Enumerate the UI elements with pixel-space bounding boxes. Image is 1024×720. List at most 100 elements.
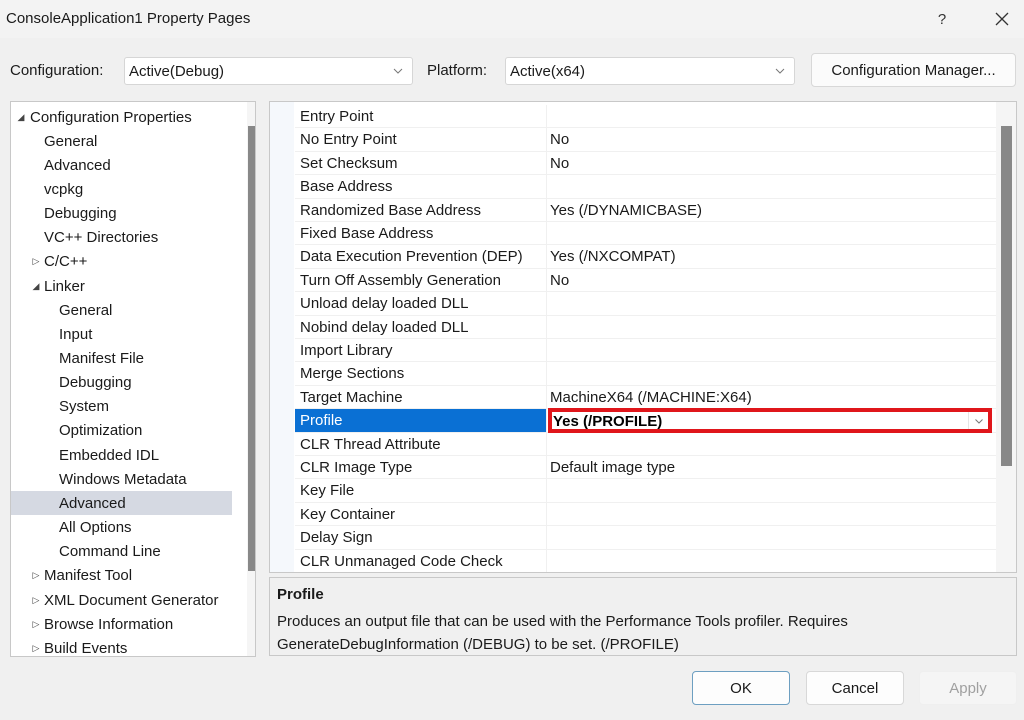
tree-scrollbar[interactable] xyxy=(247,102,255,656)
collapsed-arrow-icon[interactable]: ▷ xyxy=(31,643,41,653)
column-divider[interactable] xyxy=(546,268,547,292)
tree-item[interactable]: Input xyxy=(11,322,232,346)
tree-item[interactable]: General xyxy=(11,298,232,322)
property-row[interactable]: Entry Point xyxy=(295,105,996,129)
property-row[interactable]: Fixed Base Address xyxy=(295,222,996,246)
collapsed-arrow-icon[interactable]: ▷ xyxy=(31,570,41,581)
property-row[interactable]: Key Container xyxy=(295,502,996,527)
column-divider[interactable] xyxy=(546,432,547,455)
property-row[interactable]: Import Library xyxy=(295,339,996,363)
property-row[interactable]: Turn Off Assembly Generation No xyxy=(295,268,996,293)
description-text: Produces an output file that can be used… xyxy=(277,613,848,653)
grid-scrollbar[interactable] xyxy=(996,102,1016,572)
collapsed-arrow-icon[interactable]: ▷ xyxy=(31,256,41,267)
ok-button[interactable]: OK xyxy=(692,671,790,705)
property-row[interactable]: Target Machine MachineX64 (/MACHINE:X64) xyxy=(295,385,996,410)
column-divider[interactable] xyxy=(546,151,547,175)
property-row[interactable]: CLR Image Type Default image type xyxy=(295,456,996,480)
property-row[interactable]: CLR Unmanaged Code Check xyxy=(295,549,996,572)
column-divider[interactable] xyxy=(546,409,547,432)
tree-item-label: Debugging xyxy=(59,374,132,392)
tree-item[interactable]: Advanced xyxy=(11,491,232,516)
expanded-arrow-icon[interactable]: ◢ xyxy=(31,281,41,291)
property-row[interactable]: Key File xyxy=(295,479,996,503)
collapsed-arrow-icon[interactable]: ▷ xyxy=(31,595,41,605)
tree-item[interactable]: All Options xyxy=(11,516,232,540)
property-row[interactable]: Set Checksum No xyxy=(295,151,996,176)
column-divider[interactable] xyxy=(546,292,547,315)
tree-scrollbar-thumb[interactable] xyxy=(248,126,255,571)
platform-dropdown[interactable]: Active(x64) xyxy=(505,57,795,85)
property-row[interactable]: Merge Sections xyxy=(295,362,996,386)
column-divider[interactable] xyxy=(546,175,547,198)
column-divider[interactable] xyxy=(546,456,547,479)
property-value[interactable]: No xyxy=(550,155,569,172)
column-divider[interactable] xyxy=(546,549,547,572)
property-row[interactable]: Delay Sign xyxy=(295,526,996,550)
column-divider[interactable] xyxy=(546,502,547,526)
column-divider[interactable] xyxy=(546,526,547,549)
tree-item[interactable]: System xyxy=(11,395,232,419)
expanded-arrow-icon[interactable]: ◢ xyxy=(16,112,26,122)
tree-item[interactable]: ▷ C/C++ xyxy=(11,250,232,274)
tree-item[interactable]: Embedded IDL xyxy=(11,443,232,467)
tree-item[interactable]: Optimization xyxy=(11,419,232,443)
tree-item[interactable]: VC++ Directories xyxy=(11,226,232,250)
property-value[interactable]: No xyxy=(550,272,569,289)
configuration-value: Active(Debug) xyxy=(129,62,225,80)
close-button[interactable] xyxy=(985,6,1019,32)
column-divider[interactable] xyxy=(546,198,547,221)
configuration-dropdown[interactable]: Active(Debug) xyxy=(124,57,413,85)
configuration-manager-button[interactable]: Configuration Manager... xyxy=(811,53,1016,87)
tree-item-label: Manifest File xyxy=(59,350,145,367)
column-divider[interactable] xyxy=(546,245,547,268)
tree-item[interactable]: Command Line xyxy=(11,540,232,564)
dropdown-button[interactable] xyxy=(968,412,988,430)
tree-item[interactable]: ▷ Build Events xyxy=(11,636,232,657)
category-tree[interactable]: ◢ Configuration Properties General Advanced… xyxy=(10,101,256,657)
property-value[interactable]: MachineX64 (/MACHINE:X64) xyxy=(550,389,752,406)
tree-item[interactable]: ▷ Browse Information xyxy=(11,612,232,636)
tree-item[interactable]: General xyxy=(11,129,232,153)
tree-item[interactable]: ◢ Configuration Properties xyxy=(11,105,232,129)
property-row[interactable]: Data Execution Prevention (DEP) Yes (/NXC… xyxy=(295,245,996,269)
tree-item[interactable]: Debugging xyxy=(11,202,232,226)
tree-item[interactable]: vcpkg xyxy=(11,177,232,201)
column-divider[interactable] xyxy=(546,222,547,245)
collapsed-arrow-icon[interactable]: ▷ xyxy=(31,619,41,629)
property-row[interactable]: Randomized Base Address Yes (/DYNAMICBASE… xyxy=(295,198,996,222)
property-name: Set Checksum xyxy=(300,154,398,172)
tree-item[interactable]: Manifest File xyxy=(11,347,232,371)
property-row[interactable]: No Entry Point No xyxy=(295,128,996,152)
column-divider[interactable] xyxy=(546,105,547,128)
property-row[interactable]: Unload delay loaded DLL xyxy=(295,292,996,316)
chevron-down-icon xyxy=(974,418,983,424)
property-value[interactable]: Yes (/NXCOMPAT) xyxy=(550,248,676,265)
property-row[interactable]: Base Address xyxy=(295,175,996,199)
column-divider[interactable] xyxy=(546,479,547,502)
column-divider[interactable] xyxy=(546,315,547,338)
tree-item[interactable]: ▷ XML Document Generator xyxy=(11,588,232,612)
column-divider[interactable] xyxy=(546,128,547,151)
tree-item[interactable]: Advanced xyxy=(11,153,232,177)
column-divider[interactable] xyxy=(546,385,547,409)
tree-item[interactable]: ▷ Manifest Tool xyxy=(11,564,232,588)
property-value[interactable]: No xyxy=(550,131,569,148)
property-row[interactable]: Nobind delay loaded DLL xyxy=(295,315,996,339)
grid-scrollbar-thumb[interactable] xyxy=(1001,126,1012,466)
property-row[interactable]: Profile Yes (/PROFILE) xyxy=(295,408,996,434)
apply-button[interactable]: Apply xyxy=(919,671,1017,705)
help-button[interactable]: ? xyxy=(925,6,959,32)
tree-item[interactable]: Debugging xyxy=(11,371,232,395)
property-value-dropdown[interactable]: Yes (/PROFILE) xyxy=(548,408,992,434)
property-grid[interactable]: Entry Point No Entry Point No Set Checksum N… xyxy=(269,101,1017,573)
property-row[interactable]: CLR Thread Attribute xyxy=(295,432,996,456)
property-value[interactable]: Default image type xyxy=(550,459,675,476)
cancel-button[interactable]: Cancel xyxy=(806,671,904,705)
tree-item-label: Build Events xyxy=(44,639,128,657)
column-divider[interactable] xyxy=(546,362,547,385)
tree-item[interactable]: ◢ Linker xyxy=(11,274,232,298)
column-divider[interactable] xyxy=(546,339,547,362)
tree-item[interactable]: Windows Metadata xyxy=(11,467,232,491)
property-value[interactable]: Yes (/DYNAMICBASE) xyxy=(550,202,702,219)
